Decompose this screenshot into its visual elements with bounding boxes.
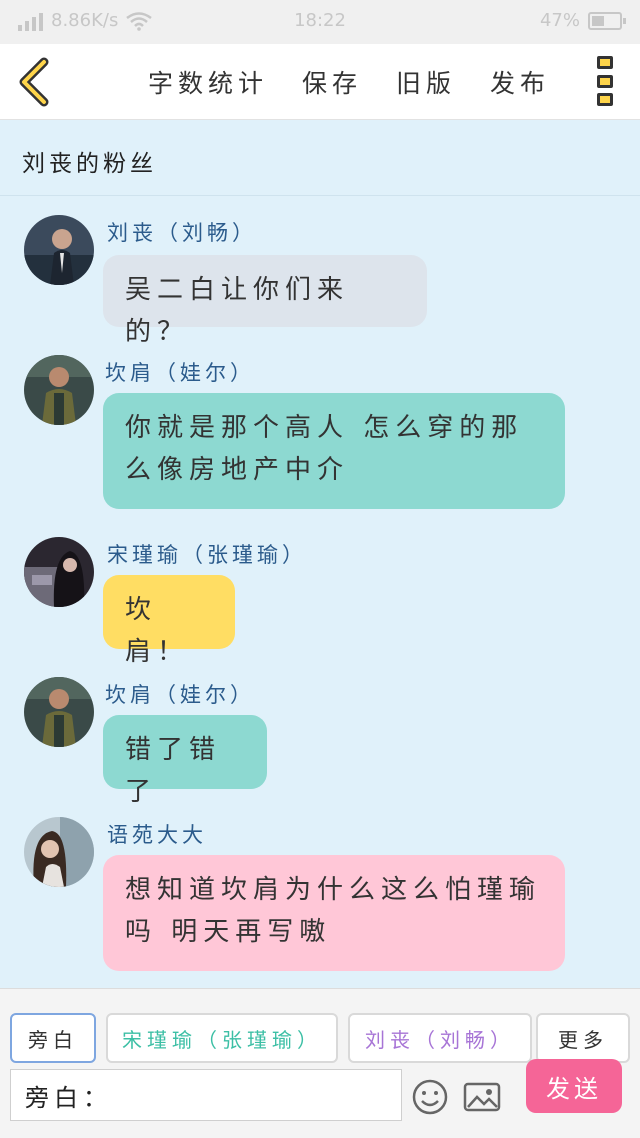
image-icon[interactable] bbox=[462, 1077, 502, 1117]
avatar[interactable] bbox=[24, 677, 94, 747]
old-version-button[interactable]: 旧版 bbox=[396, 64, 456, 100]
battery-icon bbox=[588, 11, 626, 30]
word-count-button[interactable]: 字数统计 bbox=[148, 64, 268, 100]
sender-name: 刘丧（刘畅） bbox=[107, 221, 257, 245]
more-vertical-icon[interactable] bbox=[597, 56, 613, 106]
publish-button[interactable]: 发布 bbox=[490, 64, 550, 100]
send-button[interactable]: 发送 bbox=[526, 1059, 622, 1113]
sender-name: 坎肩（娃尔） bbox=[105, 361, 255, 385]
message-bubble[interactable]: 错了错了 bbox=[103, 715, 267, 807]
sender-name: 坎肩（娃尔） bbox=[105, 683, 255, 707]
message-input[interactable]: 旁白： bbox=[10, 1069, 402, 1121]
role-chip-liu-sang[interactable]: 刘丧（刘畅） bbox=[348, 1013, 532, 1063]
status-right: 47% bbox=[539, 10, 626, 31]
smiley-icon[interactable] bbox=[410, 1077, 450, 1117]
role-chip-song-jinyu[interactable]: 宋瑾瑜（张瑾瑜） bbox=[106, 1013, 338, 1063]
save-button[interactable]: 保存 bbox=[302, 64, 362, 100]
avatar[interactable] bbox=[24, 817, 94, 887]
status-bar: 8.86K/s 18:22 47% bbox=[0, 0, 640, 44]
avatar[interactable] bbox=[24, 355, 94, 425]
nav-actions: 字数统计 保存 旧版 发布 bbox=[148, 64, 550, 100]
role-chip-narration[interactable]: 旁白 bbox=[10, 1013, 96, 1063]
message-bubble[interactable]: 你就是那个高人 怎么穿的那么像房地产中介 bbox=[103, 393, 565, 509]
top-nav: 字数统计 保存 旧版 发布 bbox=[0, 44, 640, 120]
back-chevron-icon[interactable] bbox=[14, 56, 54, 108]
message-bubble[interactable]: 坎肩！ bbox=[103, 575, 235, 667]
message-bubble[interactable]: 想知道坎肩为什么这么怕瑾瑜吗 明天再写嗷 bbox=[103, 855, 565, 971]
battery-percent: 47% bbox=[539, 10, 580, 31]
chat-title: 刘丧的粉丝 bbox=[22, 151, 157, 177]
message-bubble[interactable]: 吴二白让你们来的？ bbox=[103, 255, 427, 347]
role-chip-more[interactable]: 更多 bbox=[536, 1013, 630, 1063]
avatar[interactable] bbox=[24, 215, 94, 285]
composer: 旁白 宋瑾瑜（张瑾瑜） 刘丧（刘畅） 更多 旁白： 发送 bbox=[0, 988, 640, 1138]
avatar[interactable] bbox=[24, 537, 94, 607]
sender-name: 宋瑾瑜（张瑾瑜） bbox=[107, 543, 307, 567]
chat-title-bar: 刘丧的粉丝 bbox=[0, 120, 640, 196]
sender-name: 语苑大大 bbox=[107, 823, 207, 847]
